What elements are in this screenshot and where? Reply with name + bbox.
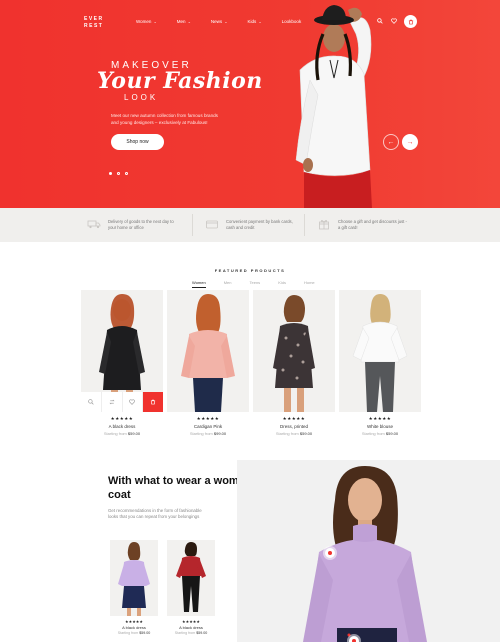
nav-item-women[interactable]: Women ⌄: [136, 19, 157, 24]
look-model-image: [237, 460, 500, 642]
feature-gift: Choose a gift and get discounts just - a…: [316, 208, 408, 242]
product-actions: [81, 392, 163, 412]
chevron-down-icon: ⌄: [187, 19, 191, 24]
product-image[interactable]: [339, 290, 421, 412]
price-value: $59.00: [139, 631, 151, 635]
nav-label: News: [210, 19, 223, 24]
product-card[interactable]: ★★★★★ Cardigan Pink Starting from $99.00: [167, 290, 249, 436]
product-name[interactable]: A black dress: [110, 625, 158, 630]
divider: [304, 214, 305, 236]
price-value: $59.00: [299, 431, 313, 436]
product-image[interactable]: [167, 540, 215, 616]
compare-icon[interactable]: [101, 392, 123, 412]
product-name[interactable]: A black dress: [81, 424, 163, 429]
hotspot-marker[interactable]: [325, 548, 335, 558]
product-price: Starting from $59.00: [167, 631, 215, 635]
truck-icon: [86, 218, 102, 232]
slider-dot[interactable]: [125, 172, 128, 175]
product-card[interactable]: ★★★★★ Dress, printed Starting from $59.0…: [253, 290, 335, 436]
gift-icon: [316, 218, 332, 233]
rating-stars: ★★★★★: [368, 416, 392, 421]
nav-item-news[interactable]: News ⌄: [211, 19, 228, 24]
nav-label: Kids: [247, 19, 257, 24]
hero-banner: EVER REST Women ⌄ Men ⌄ News ⌄ Kids ⌄ Lookbo…: [0, 0, 500, 208]
feature-text: Delivery of goods to the next day to you…: [108, 219, 174, 230]
tab-kids[interactable]: Kids: [278, 280, 286, 285]
product-name[interactable]: Dress, printed: [253, 424, 335, 429]
product-image[interactable]: [110, 540, 158, 616]
product-name[interactable]: White blouse: [339, 424, 421, 429]
chevron-down-icon: ⌄: [224, 19, 228, 24]
rating-stars: ★★★★★: [110, 416, 134, 421]
hero-model-image: [295, 5, 372, 208]
price-value: $59.00: [385, 431, 399, 436]
slider-dot[interactable]: [117, 172, 120, 175]
feature-delivery: Delivery of goods to the next day to you…: [86, 208, 178, 242]
product-image[interactable]: [253, 290, 335, 412]
nav-label: Men: [176, 19, 186, 24]
logo[interactable]: EVER REST: [84, 16, 106, 30]
product-image[interactable]: [167, 290, 249, 412]
tab-home[interactable]: Home: [304, 280, 315, 285]
rating-stars: ★★★★★: [125, 619, 143, 624]
look-section-description: Get recommendations in the form of fashi…: [108, 508, 202, 519]
hero-subtitle: LOOK: [124, 93, 159, 102]
nav-item-kids[interactable]: Kids ⌄: [248, 19, 262, 24]
cart-icon[interactable]: [404, 15, 417, 28]
price-prefix: Starting from: [103, 431, 127, 436]
wallet-icon: [204, 218, 220, 232]
look-product-card[interactable]: ★★★★★ A black dress Starting from $59.00: [167, 540, 215, 635]
rating-stars: ★★★★★: [196, 416, 220, 421]
price-value: $59.00: [196, 631, 208, 635]
add-to-cart-icon[interactable]: [143, 392, 163, 412]
product-price: Starting from $59.00: [110, 631, 158, 635]
product-name[interactable]: A black dress: [167, 625, 215, 630]
rating-stars: ★★★★★: [282, 416, 306, 421]
price-prefix: Starting from: [275, 431, 299, 436]
chevron-down-icon: ⌄: [153, 19, 157, 24]
features-bar: Delivery of goods to the next day to you…: [0, 208, 500, 242]
product-card[interactable]: ★★★★★ White blouse Starting from $59.00: [339, 290, 421, 436]
feature-text: Convenient payment by bank cards, cash a…: [226, 219, 293, 230]
slider-next-button[interactable]: →: [402, 134, 418, 150]
hero-description: Meet our new autumn collection from famo…: [111, 113, 218, 125]
product-price: Starting from $99.00: [167, 431, 249, 436]
tab-men[interactable]: Men: [224, 280, 232, 285]
feature-payment: Convenient payment by bank cards, cash a…: [204, 208, 296, 242]
price-prefix: Starting from: [361, 431, 385, 436]
quick-view-icon[interactable]: [81, 392, 102, 412]
shop-now-button[interactable]: Shop now: [111, 134, 164, 150]
featured-tabs: Women Men Teens Kids Home: [192, 280, 333, 288]
arrow-right-icon: →: [406, 138, 414, 146]
divider: [192, 214, 193, 236]
slider-dots: [109, 172, 128, 175]
slider-dot[interactable]: [109, 172, 112, 175]
price-prefix: Starting from: [117, 631, 139, 635]
price-value: $59.00: [127, 431, 141, 436]
nav-label: Women: [136, 19, 152, 24]
featured-title: FEATURED PRODUCTS: [214, 268, 286, 273]
product-price: Starting from $59.00: [81, 431, 163, 436]
look-product-card[interactable]: ★★★★★ A black dress Starting from $59.00: [110, 540, 158, 635]
product-name[interactable]: Cardigan Pink: [167, 424, 249, 429]
heart-icon[interactable]: [122, 392, 144, 412]
chevron-down-icon: ⌄: [258, 19, 262, 24]
rating-stars: ★★★★★: [182, 619, 200, 624]
feature-text: Choose a gift and get discounts just - a…: [338, 219, 407, 230]
hotspot-marker[interactable]: [349, 636, 359, 642]
product-price: Starting from $59.00: [253, 431, 335, 436]
price-value: $99.00: [213, 431, 227, 436]
nav-item-men[interactable]: Men ⌄: [177, 19, 191, 24]
product-image[interactable]: [81, 290, 163, 412]
price-prefix: Starting from: [174, 631, 196, 635]
product-card[interactable]: ★★★★★ A black dress Starting from $59.00: [81, 290, 163, 436]
hero-title: Your Fashion: [97, 68, 263, 94]
price-prefix: Starting from: [189, 431, 213, 436]
tab-women[interactable]: Women: [192, 280, 206, 288]
tab-teens[interactable]: Teens: [250, 280, 261, 285]
product-price: Starting from $59.00: [339, 431, 421, 436]
